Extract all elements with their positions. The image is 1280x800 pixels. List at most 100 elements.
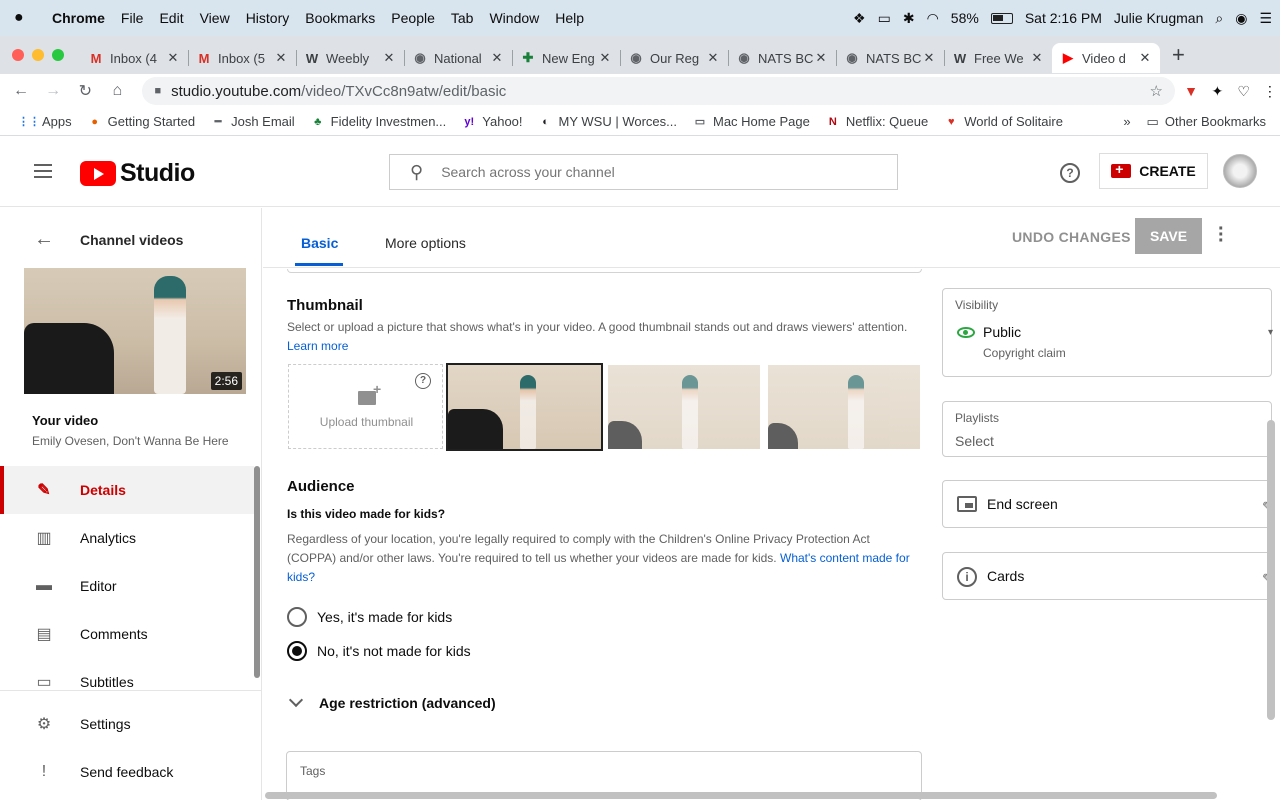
menu-item-bookmarks[interactable]: Bookmarks: [305, 10, 375, 26]
bookmark-item[interactable]: N Netflix: Queue: [826, 114, 928, 129]
end-screen-card[interactable]: End screen ✎: [942, 480, 1273, 528]
studio-logo[interactable]: Studio: [80, 159, 195, 188]
menu-item-help[interactable]: Help: [555, 10, 584, 26]
create-button[interactable]: CREATE: [1099, 153, 1208, 189]
pocket-extension-icon[interactable]: ▼: [1181, 83, 1201, 99]
more-actions-icon[interactable]: · · ·: [1218, 219, 1225, 251]
close-tab-icon[interactable]: ✕: [922, 50, 936, 66]
apple-icon[interactable]: ●: [14, 9, 30, 27]
close-tab-icon[interactable]: ✕: [490, 50, 504, 66]
dropbox-icon[interactable]: ❖: [853, 10, 866, 27]
bookmark-item[interactable]: ♥ World of Solitaire: [944, 114, 1063, 129]
browser-tab[interactable]: ◉ NATS BC ✕: [836, 43, 944, 73]
search-icon[interactable]: ⚲: [410, 162, 423, 183]
sidebar-scrollbar[interactable]: [254, 466, 260, 678]
close-tab-icon[interactable]: ✕: [814, 50, 828, 66]
upload-thumbnail-button[interactable]: + Upload thumbnail ?: [288, 364, 443, 449]
browser-tab[interactable]: ◉ National ✕: [404, 43, 512, 73]
close-tab-icon[interactable]: ✕: [1138, 50, 1152, 66]
tab-basic[interactable]: Basic: [301, 235, 338, 251]
playlists-card[interactable]: Playlists Select ▾: [942, 401, 1273, 457]
browser-tab[interactable]: ◉ Our Reg ✕: [620, 43, 728, 73]
channel-videos-link[interactable]: ← Channel videos: [34, 228, 183, 251]
wifi-icon[interactable]: ◠: [927, 10, 939, 27]
browser-tab[interactable]: W Free We ✕: [944, 43, 1052, 73]
lock-icon[interactable]: ■: [154, 85, 161, 97]
main-vertical-scrollbar[interactable]: [1267, 420, 1275, 720]
made-for-kids-no-option[interactable]: No, it's not made for kids: [287, 641, 471, 661]
bookmark-item[interactable]: ▭ Mac Home Page: [693, 114, 810, 129]
new-tab-button[interactable]: +: [1172, 42, 1185, 68]
spotlight-search-icon[interactable]: ⌕: [1215, 10, 1223, 27]
thumbnail-option-2[interactable]: [608, 365, 760, 449]
browser-tab[interactable]: M Inbox (5 ✕: [188, 43, 296, 73]
siri-icon[interactable]: ◉: [1235, 10, 1247, 27]
address-bar[interactable]: ■ studio.youtube.com/video/TXvCc8n9atw/e…: [142, 77, 1175, 105]
sidebar-item-send-feedback[interactable]: ! Send feedback: [0, 748, 254, 796]
bookmark-item[interactable]: ♣ Fidelity Investmen...: [311, 114, 446, 129]
main-horizontal-scrollbar[interactable]: [265, 792, 1217, 799]
user-name[interactable]: Julie Krugman: [1114, 10, 1204, 26]
menu-item-window[interactable]: Window: [489, 10, 539, 26]
airplay-icon[interactable]: ▭: [878, 10, 891, 27]
minimize-window-button[interactable]: [32, 49, 44, 61]
browser-tab[interactable]: ▶ Video d ✕: [1052, 43, 1160, 73]
menu-item-people[interactable]: People: [391, 10, 435, 26]
bookmark-star-icon[interactable]: ☆: [1150, 82, 1163, 100]
learn-more-link[interactable]: Learn more: [287, 339, 348, 353]
age-restriction-toggle[interactable]: Age restriction (advanced): [288, 692, 496, 711]
undo-changes-button[interactable]: UNDO CHANGES: [1012, 229, 1131, 245]
reload-icon[interactable]: ↻: [74, 81, 96, 101]
bookmark-item[interactable]: ⋮⋮ Apps: [18, 114, 72, 129]
extensions-puzzle-icon[interactable]: ✦: [1207, 83, 1227, 100]
chrome-menu-icon[interactable]: ⋮: [1260, 83, 1280, 100]
thumbnail-option-1[interactable]: [446, 363, 603, 451]
close-window-button[interactable]: [12, 49, 24, 61]
other-bookmarks[interactable]: ▭ Other Bookmarks: [1147, 114, 1266, 130]
close-tab-icon[interactable]: ✕: [706, 50, 720, 66]
bookmark-item[interactable]: y! Yahoo!: [462, 114, 522, 129]
menu-item-history[interactable]: History: [246, 10, 290, 26]
browser-tab[interactable]: ◉ NATS BC ✕: [728, 43, 836, 73]
search-input[interactable]: [441, 164, 862, 180]
close-tab-icon[interactable]: ✕: [166, 50, 180, 66]
video-preview[interactable]: 2:56: [24, 268, 246, 394]
bookmark-item[interactable]: ◐ MY WSU | Worces...: [539, 114, 677, 129]
radio-yes[interactable]: [287, 607, 307, 627]
profile-avatar-icon[interactable]: ♡: [1234, 83, 1254, 100]
home-icon[interactable]: ⌂: [106, 82, 128, 100]
save-button[interactable]: SAVE: [1135, 218, 1202, 254]
account-avatar[interactable]: [1223, 154, 1257, 188]
notification-center-icon[interactable]: ☰: [1259, 10, 1272, 27]
back-arrow-icon[interactable]: ←: [10, 82, 32, 100]
close-tab-icon[interactable]: ✕: [1030, 50, 1044, 66]
sidebar-item-subtitles[interactable]: ▭ Subtitles: [0, 658, 254, 706]
browser-tab[interactable]: W Weebly ✕: [296, 43, 404, 73]
forward-arrow-icon[interactable]: →: [42, 82, 64, 100]
menu-item-chrome[interactable]: Chrome: [52, 10, 105, 26]
sidebar-item-settings[interactable]: ⚙ Settings: [0, 700, 254, 748]
clock[interactable]: Sat 2:16 PM: [1025, 10, 1102, 26]
sidebar-item-details[interactable]: ✎ Details: [0, 466, 254, 514]
thumbnail-option-3[interactable]: [768, 365, 920, 449]
help-icon[interactable]: ?: [415, 373, 431, 389]
description-field-edge[interactable]: [287, 269, 922, 273]
close-tab-icon[interactable]: ✕: [274, 50, 288, 66]
bluetooth-icon[interactable]: ✱: [903, 10, 915, 27]
zoom-window-button[interactable]: [52, 49, 64, 61]
menu-item-tab[interactable]: Tab: [451, 10, 474, 26]
sidebar-item-editor[interactable]: ▬ Editor: [0, 562, 254, 610]
bookmark-item[interactable]: ━ Josh Email: [211, 114, 295, 129]
radio-no[interactable]: [287, 641, 307, 661]
cards-card[interactable]: i Cards ✎: [942, 552, 1273, 600]
battery-icon[interactable]: [990, 12, 1013, 24]
menu-item-view[interactable]: View: [200, 10, 230, 26]
close-tab-icon[interactable]: ✕: [598, 50, 612, 66]
hamburger-menu-icon[interactable]: [34, 164, 52, 178]
menu-item-edit[interactable]: Edit: [159, 10, 183, 26]
browser-tab[interactable]: M Inbox (4 ✕: [80, 43, 188, 73]
bookmarks-overflow-button[interactable]: »: [1123, 114, 1130, 129]
sidebar-item-analytics[interactable]: ▥ Analytics: [0, 514, 254, 562]
help-icon[interactable]: ?: [1060, 163, 1080, 183]
tab-more-options[interactable]: More options: [385, 235, 466, 251]
